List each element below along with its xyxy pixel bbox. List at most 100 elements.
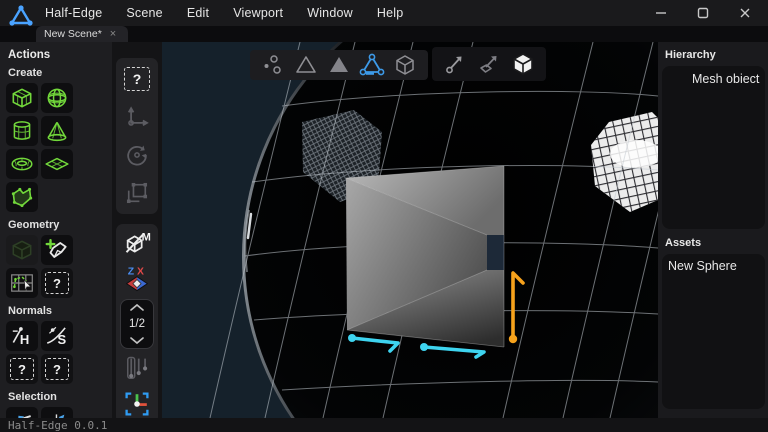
vertex-normal-display-button[interactable]: [442, 51, 468, 77]
normals-unknown-button-1[interactable]: ?: [6, 354, 38, 384]
vertex-mode-icon: [262, 54, 284, 76]
normals-unknown-button-2[interactable]: ?: [41, 354, 73, 384]
tab-new-scene[interactable]: New Scene* ×: [36, 26, 128, 42]
mirror-m-icon: M: [123, 230, 151, 258]
face-normal-display-button[interactable]: [476, 51, 502, 77]
object-mode-button-active[interactable]: [510, 51, 536, 77]
edge-triangle-icon: [294, 54, 318, 76]
actions-panel-title: Actions: [8, 49, 106, 61]
section-label-create: Create: [8, 67, 106, 79]
right-panel: Hierarchy Mesh obiect Assets New Sphere: [658, 42, 768, 418]
vertex-sliders-button[interactable]: [120, 354, 154, 384]
cone-icon: [44, 119, 70, 143]
scale-icon: [124, 180, 150, 206]
question-icon: ?: [10, 358, 34, 380]
pivot-crosshair-icon: [122, 389, 152, 419]
section-label-geometry: Geometry: [8, 219, 106, 231]
selected-face[interactable]: [487, 235, 504, 270]
create-cube-button[interactable]: [6, 83, 38, 113]
modifier-tool-panel: M Z X: [116, 224, 158, 424]
hierarchy-item-mesh-object[interactable]: Mesh obiect: [666, 72, 761, 86]
tab-close-icon[interactable]: ×: [110, 29, 116, 40]
geometry-buttons: ?: [6, 235, 106, 298]
viewport-3d[interactable]: [162, 42, 658, 418]
chevron-up-icon: [129, 303, 145, 312]
half-edge-vertex-cyan-1[interactable]: [348, 334, 356, 342]
stepper-down-button[interactable]: [120, 333, 154, 348]
menu-edit[interactable]: Edit: [187, 6, 209, 20]
status-version-text: Half-Edge 0.0.1: [8, 419, 107, 432]
mirror-plane-zx-button[interactable]: Z X: [120, 264, 154, 294]
face-mode-button[interactable]: [326, 52, 352, 78]
menu-viewport[interactable]: Viewport: [233, 6, 283, 20]
sphere-icon: [44, 86, 70, 110]
question-icon: ?: [124, 67, 150, 91]
create-cylinder-button[interactable]: [6, 116, 38, 146]
create-torus-button[interactable]: [6, 149, 38, 179]
minimize-button[interactable]: [644, 2, 678, 24]
move-tool-button[interactable]: [120, 102, 154, 132]
selection-split-edge-button[interactable]: [41, 407, 73, 418]
svg-text:Z: Z: [128, 266, 135, 277]
cube-disabled-icon: [9, 238, 35, 262]
vertex-mode-button[interactable]: [260, 52, 286, 78]
assets-list: New Sphere: [662, 254, 765, 409]
hard-normals-icon: H: [9, 324, 35, 348]
plane-icon: [44, 152, 70, 176]
mirror-modifier-button[interactable]: M: [120, 229, 154, 259]
solid-mode-button[interactable]: [392, 52, 418, 78]
torus-icon: [9, 152, 35, 176]
half-edge-vertex-cyan-2[interactable]: [420, 343, 428, 351]
close-button[interactable]: [728, 2, 762, 24]
selection-grow-edge-button[interactable]: [6, 407, 38, 418]
menu-bar: Half-Edge Scene Edit Viewport Window Hel…: [45, 6, 403, 20]
stepper-value: 1/2: [129, 315, 145, 333]
assets-header: Assets: [665, 237, 765, 249]
stepper-up-button[interactable]: [120, 300, 154, 315]
window-controls: [644, 0, 762, 26]
asset-item-new-sphere[interactable]: New Sphere: [666, 259, 761, 273]
section-label-normals: Normals: [8, 305, 106, 317]
title-bar: Half-Edge Scene Edit Viewport Window Hel…: [0, 0, 768, 26]
scale-tool-button[interactable]: [120, 178, 154, 208]
maximize-button[interactable]: [686, 2, 720, 24]
menu-help[interactable]: Help: [377, 6, 404, 20]
polygon-icon: [9, 185, 35, 209]
cube-icon: [9, 86, 35, 110]
svg-text:H: H: [20, 332, 29, 347]
create-buttons: [6, 83, 106, 212]
rotate-tool-button[interactable]: [120, 140, 154, 170]
hierarchy-header: Hierarchy: [665, 49, 765, 61]
svg-text:M: M: [142, 232, 151, 244]
create-polygon-button[interactable]: [6, 182, 38, 212]
extruded-face-frustum[interactable]: [346, 166, 504, 347]
object-cube-icon: [510, 51, 536, 77]
rotate-icon: [124, 142, 150, 168]
svg-text:X: X: [137, 266, 144, 277]
edge-mode-button[interactable]: [293, 52, 319, 78]
move-icon: [124, 104, 150, 130]
menu-scene[interactable]: Scene: [126, 6, 162, 20]
create-plane-button[interactable]: [41, 149, 73, 179]
normals-smooth-button[interactable]: S: [41, 321, 73, 351]
edit-face-grid-icon: [9, 271, 35, 295]
menu-window[interactable]: Window: [307, 6, 353, 20]
cylinder-icon: [9, 119, 35, 143]
geometry-add-face-button[interactable]: [41, 235, 73, 265]
tab-bar: New Scene* ×: [0, 26, 768, 42]
split-edge-selection-icon: [44, 410, 70, 418]
add-face-icon: [44, 238, 70, 262]
create-cone-button[interactable]: [41, 116, 73, 146]
geometry-edit-face-button[interactable]: [6, 268, 38, 298]
half-edge-mode-button-active[interactable]: [359, 52, 385, 78]
half-edge-vertex-orange[interactable]: [509, 335, 517, 343]
create-sphere-button[interactable]: [41, 83, 73, 113]
face-normal-arrow-icon: [477, 52, 501, 76]
pivot-crosshair-button[interactable]: [120, 389, 154, 419]
half-edge-app-window: Half-Edge Scene Edit Viewport Window Hel…: [0, 0, 768, 432]
geometry-unknown-button[interactable]: ?: [41, 268, 73, 298]
transform-unknown-button[interactable]: ?: [120, 64, 154, 94]
normals-hard-button[interactable]: H: [6, 321, 38, 351]
menu-half-edge[interactable]: Half-Edge: [45, 6, 102, 20]
half-edge-mode-icon: [359, 53, 385, 77]
